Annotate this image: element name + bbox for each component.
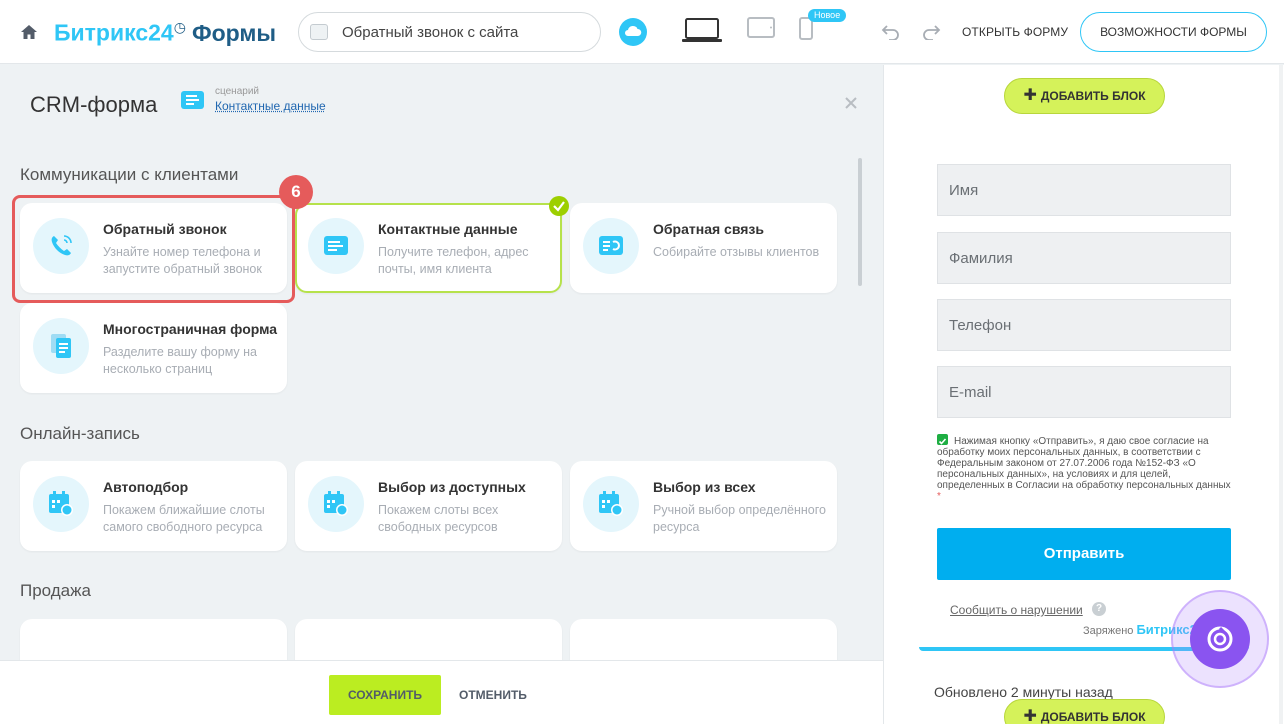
card-title: Выбор из доступных — [378, 479, 526, 495]
close-icon[interactable] — [843, 95, 859, 111]
save-button[interactable]: СОХРАНИТЬ — [329, 675, 441, 715]
panel-footer: СОХРАНИТЬ ОТМЕНИТЬ — [0, 660, 883, 724]
home-icon[interactable] — [20, 23, 38, 41]
page-thumbnail-icon — [310, 24, 328, 40]
required-mark: * — [937, 491, 941, 502]
logo: Битрикс24◷ Формы — [54, 19, 276, 47]
add-block-button-bottom[interactable]: ✚ ДОБАВИТЬ БЛОК — [1004, 699, 1165, 724]
scenario-panel: CRM-форма сценарий Контактные данные Ком… — [0, 65, 883, 724]
tablet-view-icon[interactable] — [747, 17, 775, 39]
logo-sub: Формы — [191, 19, 277, 46]
card-title: Автоподбор — [103, 479, 189, 495]
card-partial[interactable] — [20, 619, 287, 660]
email-field[interactable]: E-mail — [937, 366, 1231, 418]
logo-main: Битрикс24 — [54, 19, 174, 46]
panel-title: CRM-форма — [30, 92, 158, 117]
pages-icon — [33, 318, 89, 374]
feedback-icon — [583, 218, 639, 274]
card-description: Покажем слоты всех свободных ресурсов — [378, 503, 499, 534]
add-block-label: ДОБАВИТЬ БЛОК — [1040, 710, 1146, 724]
submit-button[interactable]: Отправить — [937, 528, 1231, 580]
desktop-view-icon[interactable] — [682, 17, 722, 43]
cloud-icon[interactable] — [619, 18, 647, 46]
card-multipage[interactable]: Многостраничная форма Разделите вашу фор… — [20, 303, 287, 393]
card-auto-select[interactable]: Автоподбор Покажем ближайшие слоты самог… — [20, 461, 287, 551]
phone-field[interactable]: Телефон — [937, 299, 1231, 351]
help-icon[interactable]: ? — [1092, 602, 1106, 616]
scenario-link[interactable]: Контактные данные — [215, 99, 326, 113]
card-choose-available[interactable]: Выбор из доступных Покажем слоты всех св… — [295, 461, 562, 551]
scenario-caption: сценарий — [215, 86, 259, 97]
section-title-sales: Продажа — [20, 581, 91, 600]
field-label: Телефон — [949, 317, 1012, 334]
consent-text: Нажимая кнопку «Отправить», я даю свое с… — [937, 436, 1235, 502]
powered-label: Заряжено — [1083, 625, 1134, 637]
calendar-icon — [33, 476, 89, 532]
card-description: Ручной выбор определённого ресурса — [653, 503, 826, 534]
card-description: Разделите вашу форму на несколько страни… — [103, 345, 258, 376]
card-partial[interactable] — [295, 619, 562, 660]
cancel-button[interactable]: ОТМЕНИТЬ — [459, 688, 527, 702]
new-badge: Новое — [808, 9, 847, 22]
plus-icon: ✚ — [1023, 87, 1037, 104]
form-capabilities-button[interactable]: ВОЗМОЖНОСТИ ФОРМЫ — [1080, 12, 1267, 52]
page-selector[interactable]: Обратный звонок с сайта — [298, 12, 601, 52]
name-field[interactable]: Имя — [937, 164, 1231, 216]
add-block-button[interactable]: ✚ ДОБАВИТЬ БЛОК — [1004, 78, 1165, 114]
step-badge: 6 — [279, 175, 313, 209]
page-selector-label: Обратный звонок с сайта — [342, 24, 519, 41]
check-icon — [549, 196, 569, 216]
card-contact-data[interactable]: Контактные данные Получите телефон, адре… — [295, 196, 569, 293]
card-title: Многостраничная форма — [103, 321, 278, 337]
card-title: Выбор из всех — [653, 479, 756, 495]
calendar-icon — [583, 476, 639, 532]
form-icon — [308, 218, 364, 274]
card-description: Покажем ближайшие слоты самого свободног… — [103, 503, 265, 534]
updated-status: Обновлено 2 минуты назад — [934, 684, 1113, 700]
field-label: E-mail — [949, 384, 992, 401]
plus-icon: ✚ — [1023, 708, 1037, 724]
undo-icon[interactable] — [881, 24, 901, 40]
preview-scrollbar[interactable] — [1279, 65, 1283, 724]
form-preview: ✚ ДОБАВИТЬ БЛОК Имя Фамилия Телефон E-mai… — [883, 65, 1284, 724]
consent-checkbox[interactable] — [937, 434, 948, 445]
card-choose-all[interactable]: Выбор из всех Ручной выбор определённого… — [570, 461, 837, 551]
clock-icon: ◷ — [173, 19, 186, 35]
field-label: Фамилия — [949, 250, 1013, 267]
field-label: Имя — [949, 182, 979, 199]
assistant-icon — [1190, 609, 1250, 669]
section-title-booking: Онлайн-запись — [20, 424, 140, 443]
report-link[interactable]: Сообщить о нарушении — [950, 603, 1083, 617]
card-partial[interactable] — [570, 619, 837, 660]
top-bar: Битрикс24◷ Формы Обратный звонок с сайта … — [0, 0, 1284, 64]
card-feedback[interactable]: Обратная связь Собирайте отзывы клиентов — [570, 203, 837, 293]
assistant-button[interactable] — [1171, 590, 1269, 688]
card-description: Получите телефон, адрес почты, имя клиен… — [378, 245, 529, 276]
card-title: Обратная связь — [653, 221, 764, 237]
add-block-label: ДОБАВИТЬ БЛОК — [1040, 89, 1146, 103]
redo-icon[interactable] — [921, 24, 941, 40]
section-title-communications: Коммуникации с клиентами — [20, 165, 239, 184]
open-form-link[interactable]: ОТКРЫТЬ ФОРМУ — [962, 25, 1068, 39]
card-description: Собирайте отзывы клиентов — [653, 245, 820, 259]
calendar-icon — [308, 476, 364, 532]
scrollbar[interactable] — [858, 158, 862, 286]
scenario-icon — [181, 91, 204, 109]
consent-label: Нажимая кнопку «Отправить», я даю свое с… — [937, 436, 1231, 491]
surname-field[interactable]: Фамилия — [937, 232, 1231, 284]
card-title: Контактные данные — [378, 221, 518, 237]
highlight-frame — [12, 195, 295, 303]
